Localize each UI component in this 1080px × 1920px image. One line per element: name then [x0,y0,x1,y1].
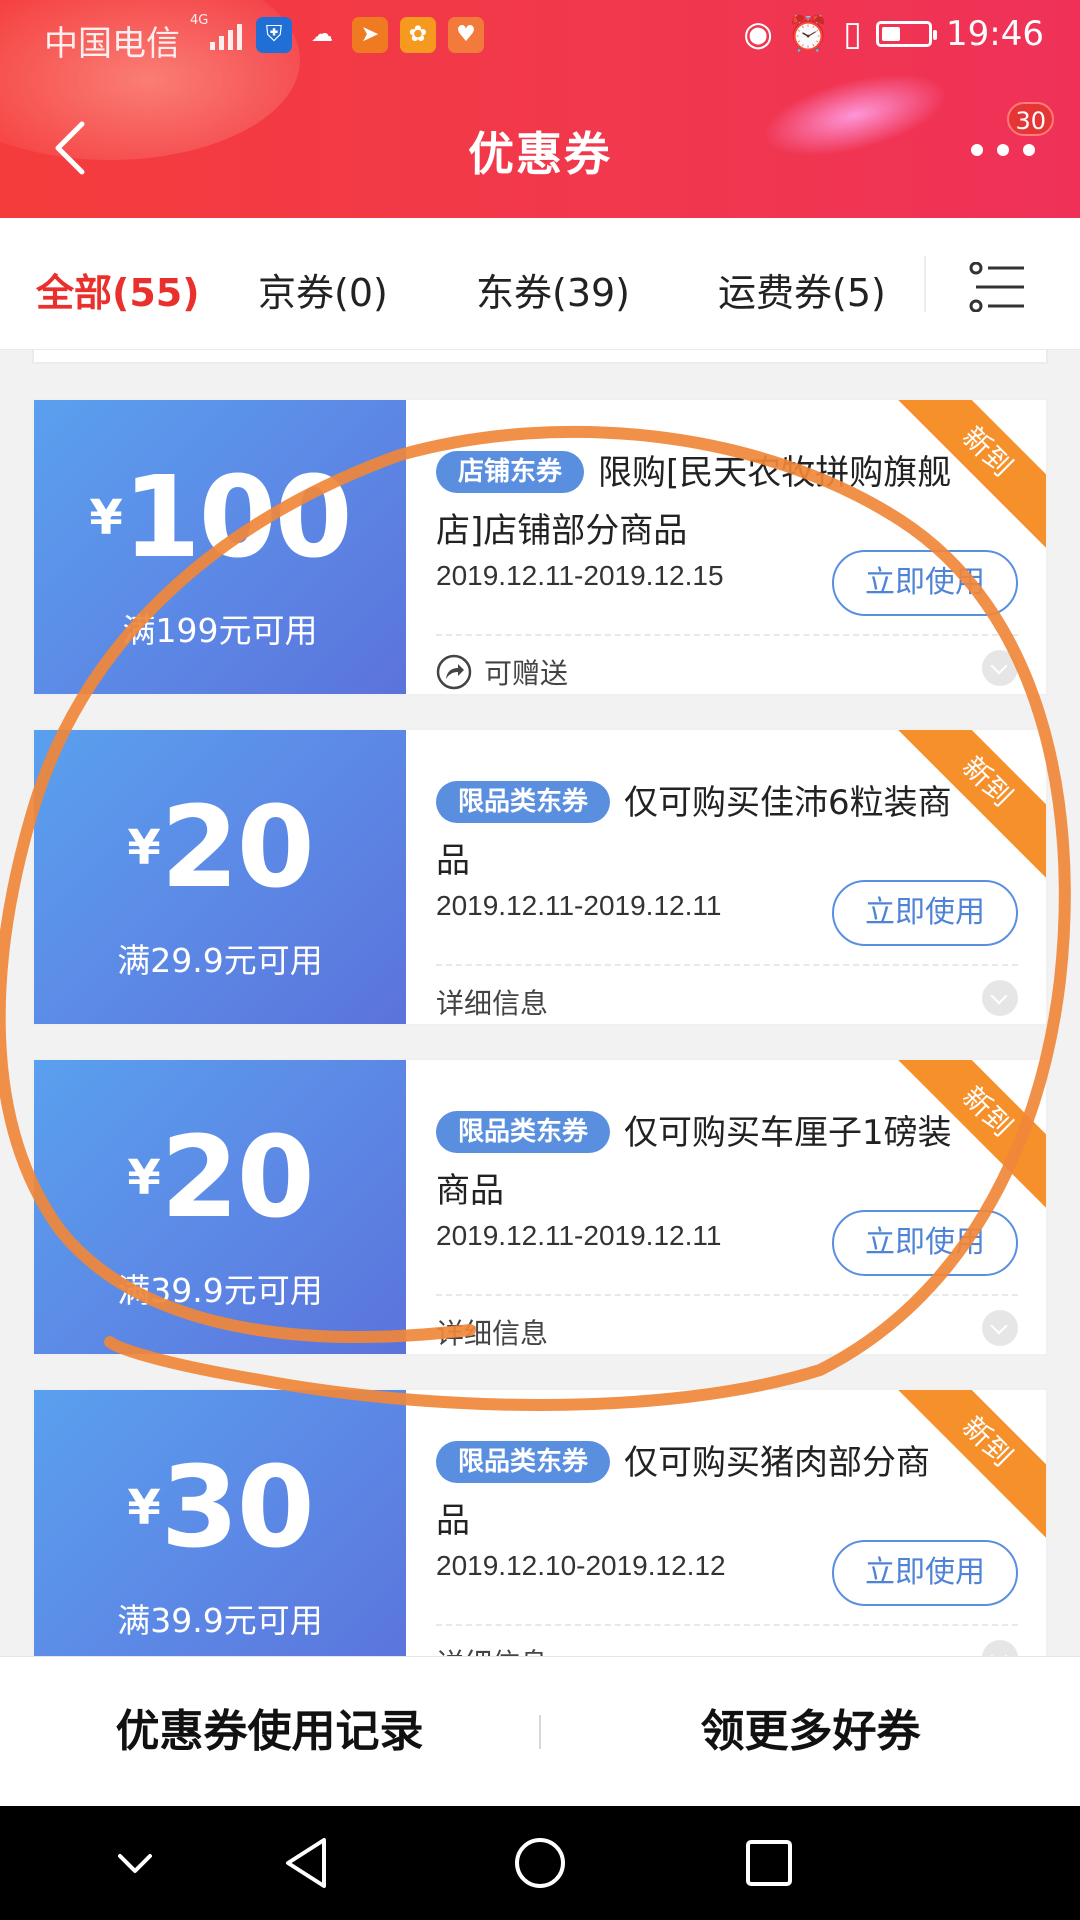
coupon-type-tag: 限品类东券 [436,1111,611,1153]
coupon-value-panel: ¥30 满39.9元可用 [34,1390,406,1684]
wechat-icon: ☁ [311,22,333,47]
use-now-button[interactable]: 立即使用 [832,880,1018,946]
coupon-type-tag: 限品类东券 [436,1441,611,1483]
clock-time: 19:46 [946,14,1044,54]
nav-bar: 优惠券 30 [0,100,1080,200]
carrier-label: 中国电信 [44,24,180,64]
coupon-validity: 2019.12.11-2019.12.11 [436,1220,722,1251]
shield-app-icon: ⛨ [256,17,292,53]
coupon-value-panel: ¥100 满199元可用 [34,400,406,694]
expand-chevron-icon[interactable] [982,650,1018,686]
use-now-button[interactable]: 立即使用 [832,1540,1018,1606]
header: 中国电信 4G ⛨ ☁ ➤ ✿ ♥ ◉ ⏰ ▯ 19:46 优惠券 30 [0,0,1080,218]
coupon-value-panel: ¥20 满29.9元可用 [34,730,406,1024]
coupon-type-tag: 店铺东券 [436,451,585,493]
tab-all[interactable]: 全部(55) [36,262,200,317]
expand-chevron-icon[interactable] [982,1310,1018,1346]
status-bar: 中国电信 4G ⛨ ☁ ➤ ✿ ♥ ◉ ⏰ ▯ 19:46 [0,0,1080,74]
squirrel-app-icon: ✿ [400,17,436,53]
signal-icon [210,20,242,50]
page-title: 优惠券 [468,127,612,181]
coupon-description: 限品类东券 仅可购买猪肉部分商品 [436,1441,931,1541]
coupon-amount: ¥20 [127,783,314,913]
coupon-card: ¥100 满199元可用 店铺东券 限购[民天农牧拼购旗舰店]店铺部分商品 201… [32,398,1048,696]
coupon-card: ¥20 满39.9元可用 限品类东券 仅可购买车厘子1磅装商品 2019.12.1… [32,1058,1048,1356]
coupon-type-tag: 限品类东券 [436,781,611,823]
coupon-tabs: 全部(55) 京券(0) 东券(39) 运费券(5) [0,218,1080,350]
tab-shipping-coupon[interactable]: 运费券(5) [718,262,886,317]
coupon-condition: 满39.9元可用 [117,1271,323,1310]
heart-app-icon: ♥ [448,17,484,53]
back-triangle-icon[interactable] [278,1832,340,1894]
coupon-footer[interactable]: 详细信息 [436,982,548,1022]
battery-icon [876,21,938,47]
coupon-condition: 满39.9元可用 [117,1601,323,1640]
coupon-history-button[interactable]: 优惠券使用记录 [0,1657,539,1807]
alarm-icon: ⏰ [786,14,830,54]
expand-chevron-icon[interactable] [982,980,1018,1016]
coupon-validity: 2019.12.10-2019.12.12 [436,1550,726,1581]
coupon-card: ¥20 满29.9元可用 限品类东券 仅可购买佳沛6粒装商品 2019.12.11… [32,728,1048,1026]
use-now-button[interactable]: 立即使用 [832,1210,1018,1276]
tab-divider [924,256,926,312]
coupon-value-panel: ¥20 满39.9元可用 [34,1060,406,1354]
coupon-footer[interactable]: 详细信息 [436,1312,548,1352]
message-count-badge: 30 [1007,102,1054,136]
coupon-description: 限品类东券 仅可购买佳沛6粒装商品 [436,781,952,881]
coupon-amount: ¥30 [127,1443,314,1573]
coupon-description: 限品类东券 仅可购买车厘子1磅装商品 [436,1111,952,1211]
system-navigation-bar [0,1806,1080,1920]
coupon-amount: ¥100 [89,453,352,583]
coupon-description: 店铺东券 限购[民天农牧拼购旗舰店]店铺部分商品 [436,451,952,551]
paper-plane-app-icon: ➤ [352,17,388,53]
bottom-action-bar: 优惠券使用记录 领更多好券 [0,1656,1080,1806]
coupon-condition: 满29.9元可用 [117,941,323,980]
coupon-amount: ¥20 [127,1113,314,1243]
system-status-icons: ◉ ⏰ ▯ 19:46 [743,14,1044,54]
use-now-button[interactable]: 立即使用 [832,550,1018,616]
get-more-coupons-button[interactable]: 领更多好券 [541,1657,1080,1807]
tab-jing-coupon[interactable]: 京券(0) [258,262,388,317]
home-circle-icon[interactable] [509,1832,571,1894]
previous-coupon-edge [32,350,1048,364]
coupon-validity: 2019.12.11-2019.12.11 [436,890,722,921]
share-icon [436,654,472,690]
coupon-footer[interactable]: 可赠送 [436,652,568,692]
chevron-down-icon[interactable] [104,1832,166,1894]
vibrate-icon: ▯ [843,14,863,54]
eye-icon: ◉ [743,14,773,54]
recent-apps-square-icon[interactable] [738,1832,800,1894]
tab-dong-coupon[interactable]: 东券(39) [476,262,630,317]
network-type: 4G [190,13,209,28]
coupon-validity: 2019.12.11-2019.12.15 [436,560,724,591]
coupon-condition: 满199元可用 [122,611,318,650]
filter-list-icon[interactable] [968,262,1028,312]
notification-icons: ⛨ ☁ ➤ ✿ ♥ [256,17,484,53]
coupon-card: ¥30 满39.9元可用 限品类东券 仅可购买猪肉部分商品 2019.12.10-… [32,1388,1048,1686]
